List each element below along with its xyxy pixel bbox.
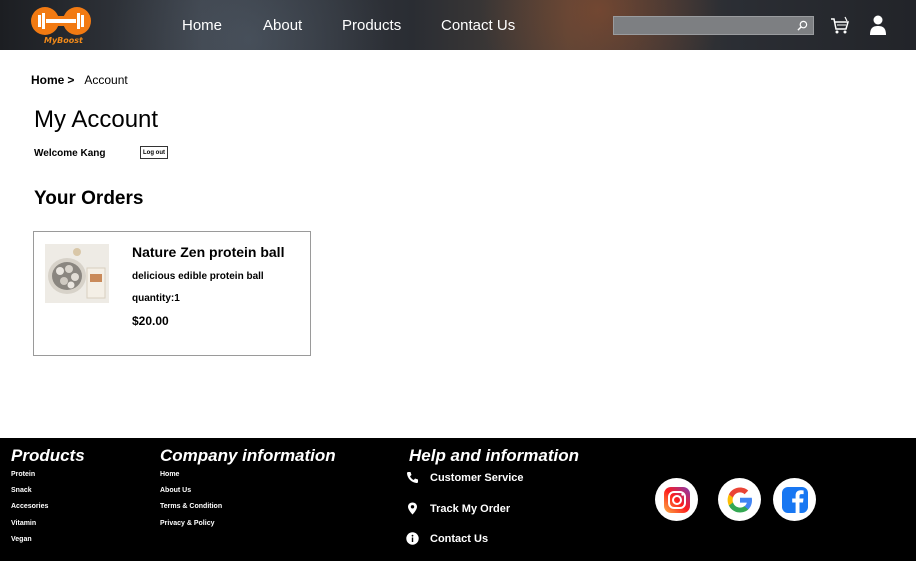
phone-icon [407,472,418,483]
order-card[interactable]: Nature Zen protein ball delicious edible… [33,231,311,356]
footer-customer-service[interactable]: Customer Service [406,471,524,484]
google-logo [727,487,752,512]
location-pin-icon [408,502,417,515]
footer-link-snack[interactable]: Snack [11,487,32,494]
logout-button[interactable]: Log out [140,146,168,159]
site-footer: Products Protein Snack Accesories Vitami… [0,438,916,561]
footer-link-vegan[interactable]: Vegan [11,536,32,543]
breadcrumb-home[interactable]: Home [31,73,64,87]
protein-ball-image-icon [45,244,109,303]
nav-contact-us[interactable]: Contact Us [441,17,515,34]
search-icon[interactable] [797,20,808,31]
footer-link-home[interactable]: Home [160,471,179,478]
brand-logo[interactable]: MyBoost [30,6,92,45]
shopping-cart-icon[interactable] [830,15,850,35]
breadcrumb: Home > Account [31,73,128,87]
order-product-name[interactable]: Nature Zen protein ball [132,244,284,260]
footer-link-accesories[interactable]: Accesories [11,503,48,510]
footer-link-terms[interactable]: Terms & Condition [160,503,222,510]
order-price: $20.00 [132,314,169,328]
nav-home[interactable]: Home [182,17,222,34]
dumbbell-logo-icon [31,7,91,35]
customer-service-label: Customer Service [430,471,524,484]
page-title: My Account [34,106,159,133]
user-account-icon[interactable] [869,15,887,35]
order-quantity: quantity:1 [132,293,180,304]
product-image [45,244,109,303]
breadcrumb-separator: > [67,73,75,87]
footer-link-privacy[interactable]: Privacy & Policy [160,520,214,527]
welcome-message: Welcome Kang [34,148,106,159]
footer-company-heading: Company information [160,446,336,465]
footer-contact-us[interactable]: Contact Us [406,532,488,545]
footer-products-heading: Products [11,446,85,465]
search-input[interactable] [614,17,794,34]
footer-link-about-us[interactable]: About Us [160,487,191,494]
nav-products[interactable]: Products [342,17,401,34]
facebook-icon[interactable] [773,478,816,521]
footer-link-vitamin[interactable]: Vitamin [11,520,36,527]
google-icon[interactable] [718,478,761,521]
nav-about[interactable]: About [263,17,302,34]
contact-us-label: Contact Us [430,532,489,545]
footer-track-order[interactable]: Track My Order [406,502,510,515]
brand-logo-text: MyBoost [44,36,83,45]
order-product-description: delicious edible protein ball [132,271,264,282]
info-icon [406,532,419,545]
footer-help-heading: Help and information [409,446,579,465]
track-order-label: Track My Order [430,502,511,515]
footer-link-protein[interactable]: Protein [11,471,35,478]
orders-heading: Your Orders [34,188,144,209]
site-header: MyBoost Home About Products Contact Us [0,0,916,50]
instagram-logo [663,486,690,513]
facebook-logo [781,486,808,513]
instagram-icon[interactable] [655,478,698,521]
breadcrumb-current: Account [84,73,128,87]
search-box [613,16,814,35]
